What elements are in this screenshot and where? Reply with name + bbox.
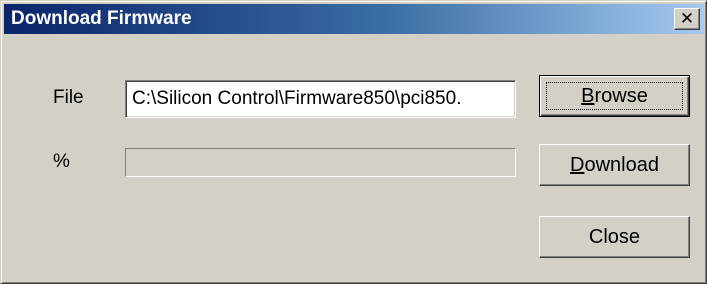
file-label: File <box>53 87 84 108</box>
download-button[interactable]: Download <box>539 144 690 186</box>
browse-button[interactable]: Browse <box>539 75 690 117</box>
dialog-title: Download Firmware <box>11 8 192 29</box>
file-path-input[interactable] <box>125 80 516 118</box>
close-icon[interactable]: ✕ <box>674 8 700 30</box>
browse-button-label: Browse <box>581 85 648 107</box>
progress-bar <box>125 148 516 177</box>
download-label-rest: ownload <box>584 154 659 176</box>
download-firmware-dialog: Download Firmware ✕ File % Browse Downlo… <box>0 0 707 284</box>
download-button-label: Download <box>570 154 659 176</box>
title-bar[interactable]: Download Firmware ✕ <box>4 4 704 34</box>
browse-accelerator: B <box>581 85 595 107</box>
close-button-label: Close <box>588 226 641 248</box>
download-accelerator: D <box>570 154 585 176</box>
close-button[interactable]: Close <box>539 216 690 258</box>
browse-label-rest: rowse <box>594 85 648 107</box>
progress-label: % <box>53 151 70 172</box>
